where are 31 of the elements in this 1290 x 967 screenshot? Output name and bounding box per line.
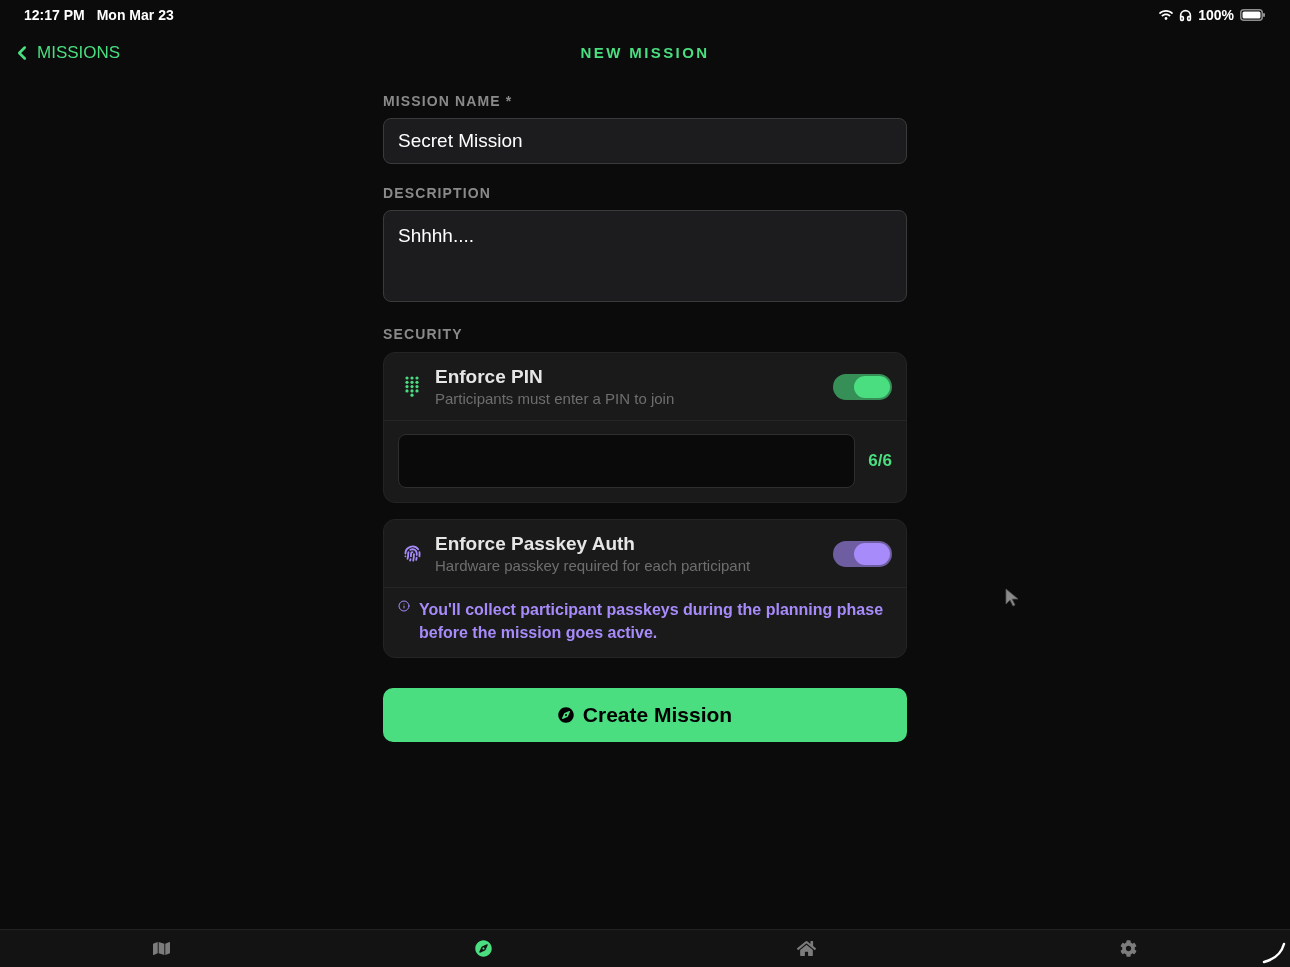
- info-icon: [398, 600, 410, 612]
- pin-input[interactable]: [398, 434, 856, 488]
- field-label: DESCRIPTION: [383, 184, 492, 202]
- section-label: SECURITY: [383, 325, 464, 343]
- create-mission-button[interactable]: Create Mission: [383, 688, 907, 742]
- screen-title: NEW MISSION: [580, 42, 710, 63]
- battery-icon: [1240, 9, 1265, 21]
- home-icon[interactable]: [796, 939, 816, 958]
- option-subtitle: Hardware passkey required for each participant: [435, 556, 752, 575]
- back-button[interactable]: MISSIONS: [11, 40, 121, 66]
- settings-icon[interactable]: [1120, 940, 1138, 957]
- field-label: MISSION NAME *: [383, 92, 514, 110]
- pin-counter: 6/6: [868, 450, 892, 473]
- mission-name-input[interactable]: Secret Mission: [383, 118, 907, 164]
- pointer-cursor-icon: [1005, 588, 1019, 607]
- passkey-note: You'll collect participant passkeys during the planning phase before the mission goes active.: [419, 600, 885, 643]
- status-date: Mon Mar 23: [96, 5, 174, 25]
- corner-arc-icon: [1262, 942, 1286, 964]
- battery-percent: 100%: [1198, 5, 1234, 25]
- option-title: Enforce Passkey Auth: [435, 532, 636, 556]
- description-input[interactable]: Shhhh....: [383, 210, 907, 302]
- compass-icon[interactable]: [475, 940, 493, 957]
- wifi-icon: [1159, 8, 1174, 22]
- map-icon[interactable]: [152, 940, 170, 957]
- option-title: Enforce PIN: [435, 365, 544, 389]
- status-time: 12:17 PM: [24, 5, 85, 25]
- toggle-switch[interactable]: [833, 373, 892, 400]
- compass-icon: [557, 707, 574, 723]
- toggle-switch[interactable]: [833, 540, 892, 567]
- option-subtitle: Participants must enter a PIN to join: [435, 389, 676, 408]
- headphones-icon: [1179, 8, 1193, 22]
